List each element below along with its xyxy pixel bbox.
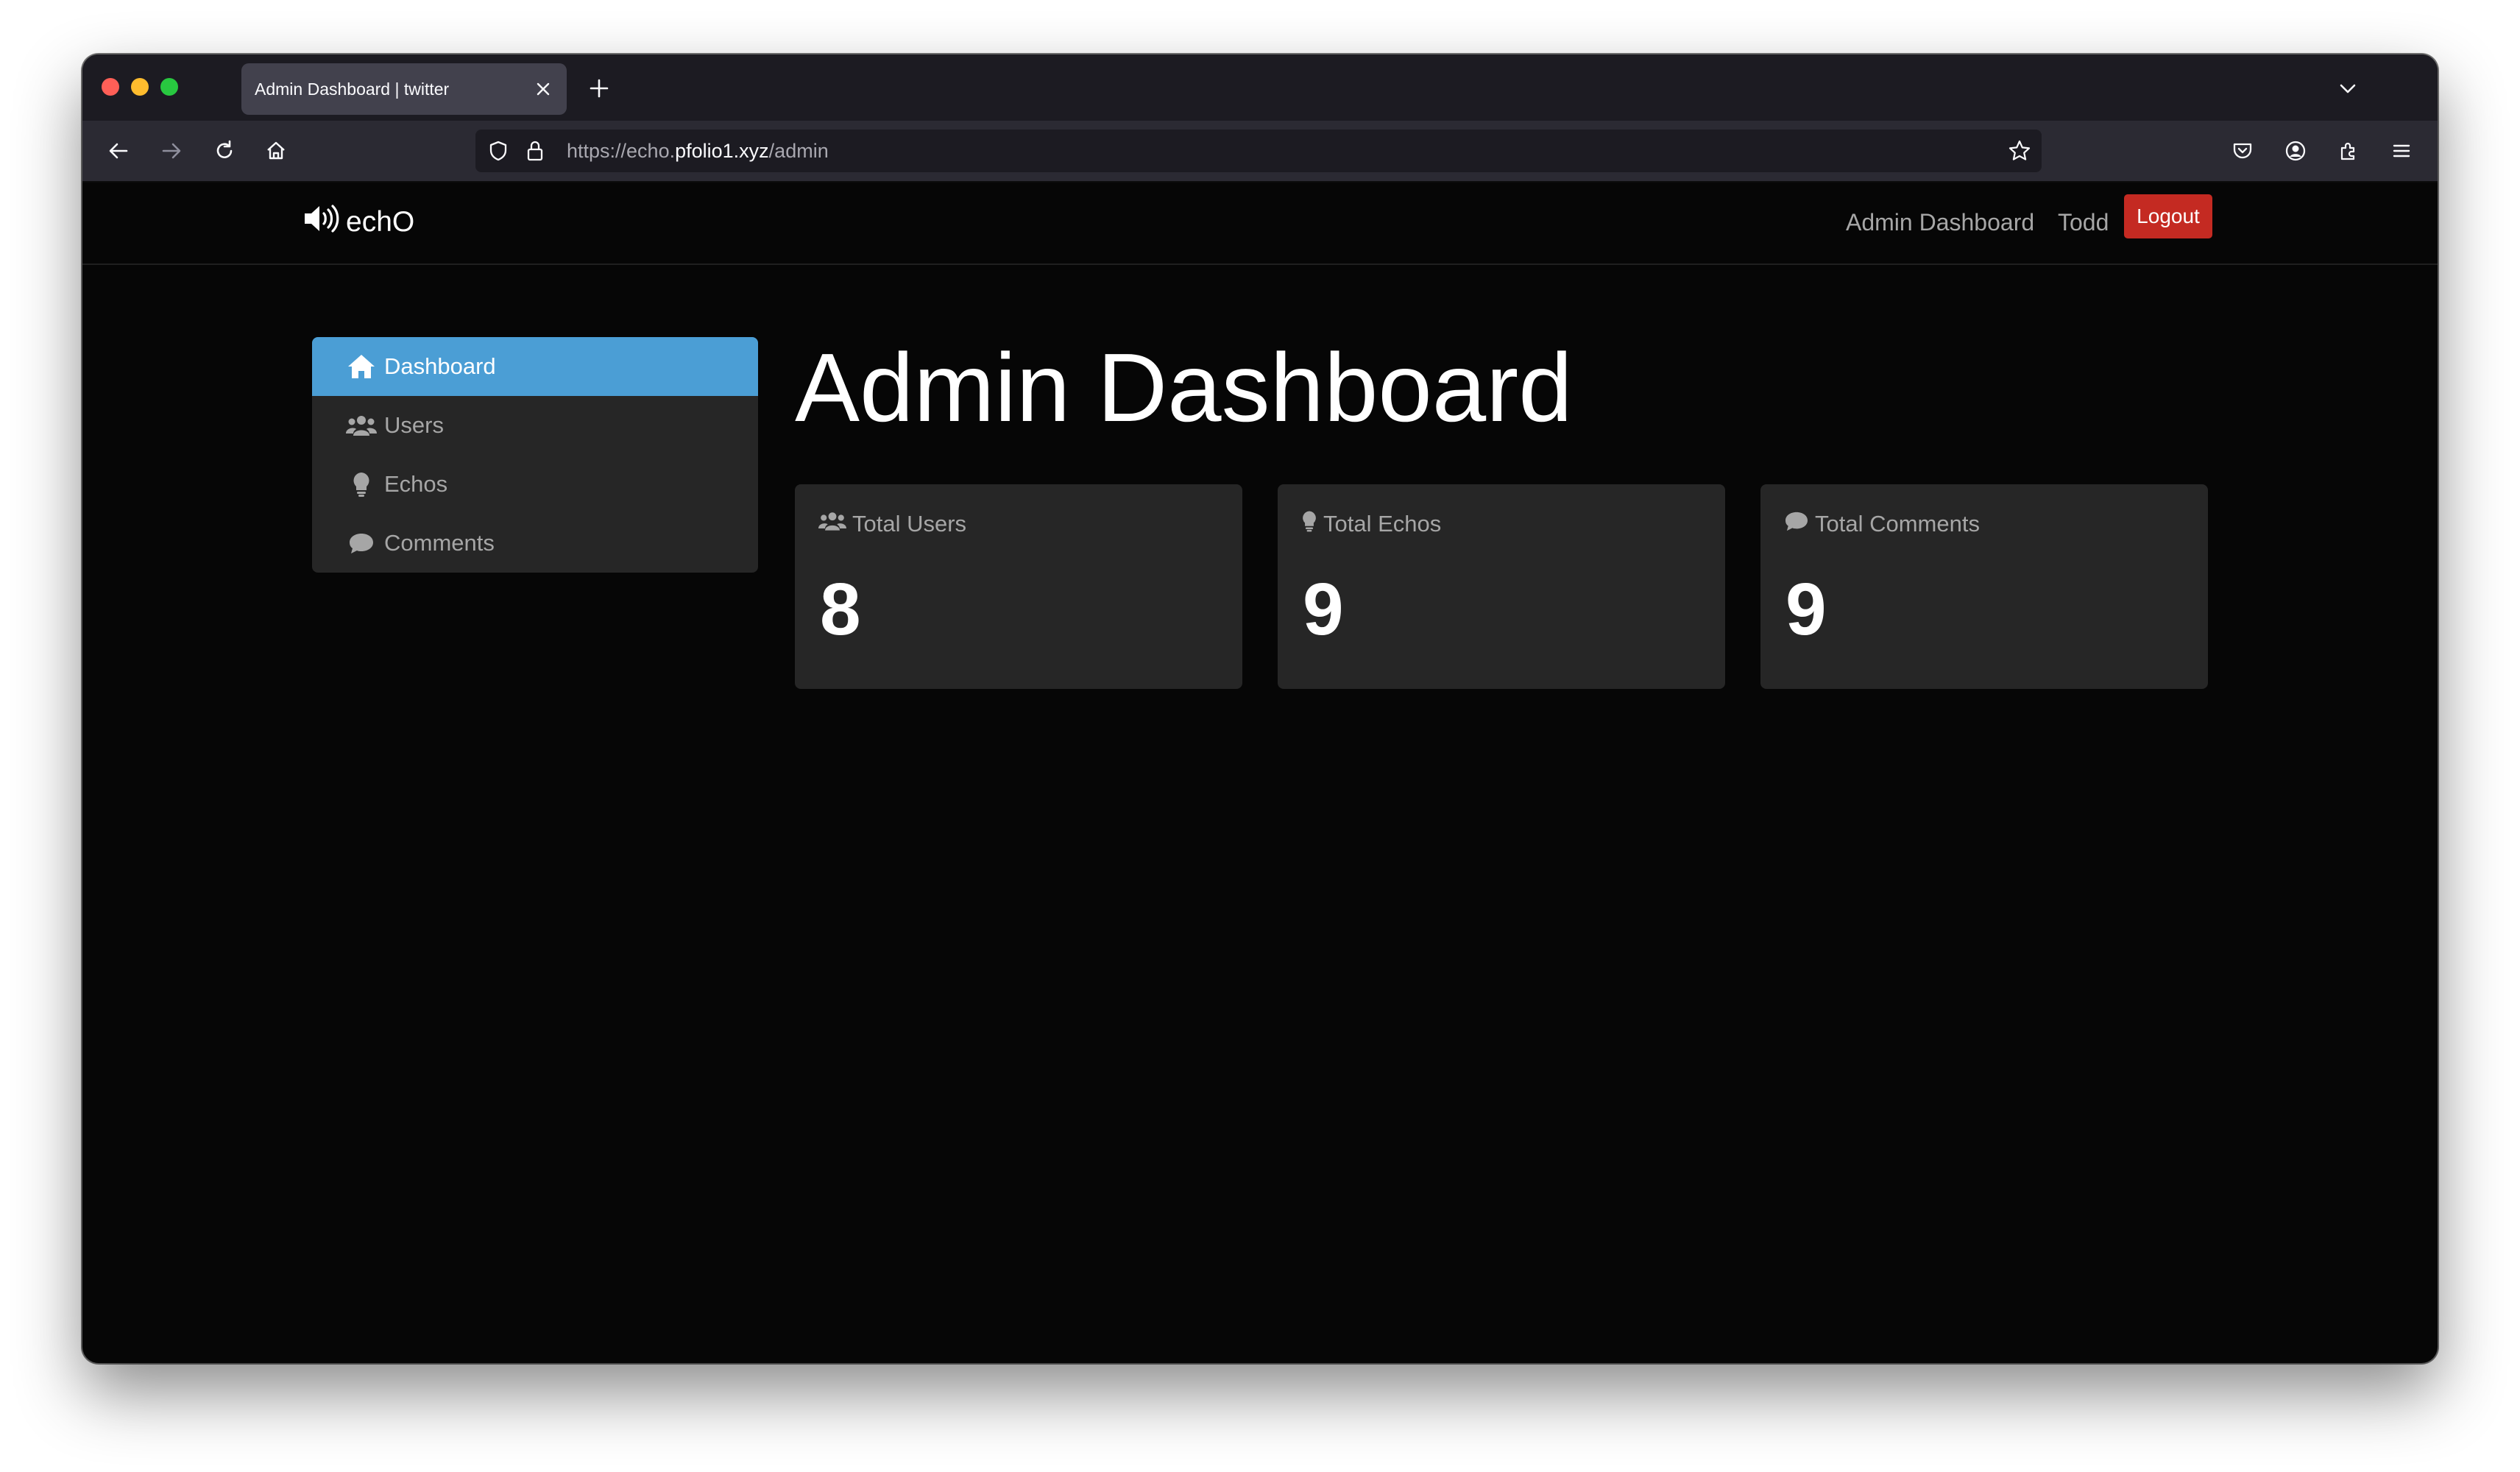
stat-card-users: Total Users 8 bbox=[795, 484, 1242, 689]
browser-toolbar: https://echo.pfolio1.xyz/admin bbox=[82, 121, 2438, 183]
lightbulb-icon bbox=[1301, 509, 1317, 539]
card-header: Total Users bbox=[818, 509, 966, 539]
stat-card-echos: Total Echos 9 bbox=[1278, 484, 1725, 689]
minimize-window-button[interactable] bbox=[131, 78, 149, 96]
card-header: Total Echos bbox=[1301, 509, 1441, 539]
account-icon[interactable] bbox=[2277, 132, 2314, 169]
users-icon bbox=[818, 510, 846, 538]
card-value: 9 bbox=[1303, 568, 1344, 651]
comment-icon bbox=[344, 531, 378, 555]
speaker-icon bbox=[303, 204, 341, 241]
sidebar-item-dashboard[interactable]: Dashboard bbox=[312, 337, 758, 396]
lock-icon[interactable] bbox=[524, 139, 546, 166]
shield-icon[interactable] bbox=[487, 140, 509, 166]
stat-card-comments: Total Comments 9 bbox=[1760, 484, 2208, 689]
page-title: Admin Dashboard bbox=[795, 333, 1573, 442]
reload-icon[interactable] bbox=[206, 132, 243, 169]
sidebar-item-label: Echos bbox=[384, 471, 448, 497]
card-header: Total Comments bbox=[1784, 509, 1980, 539]
site-navbar: echO Admin Dashboard Todd Logout bbox=[82, 183, 2438, 265]
logout-button[interactable]: Logout bbox=[2124, 194, 2212, 238]
sidebar-item-users[interactable]: Users bbox=[312, 396, 758, 455]
bookmark-star-icon[interactable] bbox=[2008, 139, 2031, 166]
card-value: 9 bbox=[1785, 568, 1827, 651]
sidebar-item-label: Comments bbox=[384, 530, 495, 556]
list-all-tabs-icon[interactable] bbox=[2332, 72, 2364, 105]
sidebar-item-comments[interactable]: Comments bbox=[312, 514, 758, 573]
sidebar-item-echos[interactable]: Echos bbox=[312, 455, 758, 514]
nav-admin-dashboard-link[interactable]: Admin Dashboard bbox=[1846, 202, 2034, 243]
new-tab-icon[interactable] bbox=[583, 72, 615, 105]
card-label: Total Comments bbox=[1815, 511, 1980, 537]
brand-link[interactable]: echO bbox=[303, 202, 414, 243]
url-text: https://echo.pfolio1.xyz/admin bbox=[567, 130, 829, 172]
menu-icon[interactable] bbox=[2383, 132, 2420, 169]
back-icon[interactable] bbox=[100, 132, 137, 169]
tab-strip: Admin Dashboard | twitter bbox=[82, 54, 2438, 121]
extensions-icon[interactable] bbox=[2330, 132, 2367, 169]
card-label: Total Echos bbox=[1323, 511, 1442, 537]
maximize-window-button[interactable] bbox=[160, 78, 178, 96]
tab-title: Admin Dashboard | twitter bbox=[255, 79, 450, 99]
sidebar-item-label: Users bbox=[384, 412, 444, 438]
url-host: pfolio1.xyz bbox=[675, 140, 769, 162]
card-label: Total Users bbox=[852, 511, 967, 537]
admin-sidebar: Dashboard Users Echos Comments bbox=[312, 337, 758, 573]
url-path: /admin bbox=[768, 140, 829, 162]
close-window-button[interactable] bbox=[102, 78, 119, 96]
browser-tab[interactable]: Admin Dashboard | twitter bbox=[241, 63, 567, 115]
sidebar-item-label: Dashboard bbox=[384, 353, 496, 379]
users-icon bbox=[344, 414, 378, 437]
home-icon[interactable] bbox=[258, 132, 294, 169]
close-tab-icon[interactable] bbox=[528, 74, 558, 104]
forward-icon[interactable] bbox=[153, 132, 190, 169]
pocket-icon[interactable] bbox=[2224, 132, 2261, 169]
lightbulb-icon bbox=[344, 471, 378, 498]
url-prefix: https://echo. bbox=[567, 140, 676, 162]
url-bar[interactable]: https://echo.pfolio1.xyz/admin bbox=[475, 130, 2042, 172]
brand-name: echO bbox=[346, 206, 415, 238]
comment-icon bbox=[1784, 510, 1809, 538]
home-icon bbox=[344, 353, 378, 380]
card-value: 8 bbox=[820, 568, 861, 651]
browser-window: Admin Dashboard | twitter https://echo.p… bbox=[82, 54, 2438, 1363]
nav-user-link[interactable]: Todd bbox=[2058, 202, 2109, 243]
